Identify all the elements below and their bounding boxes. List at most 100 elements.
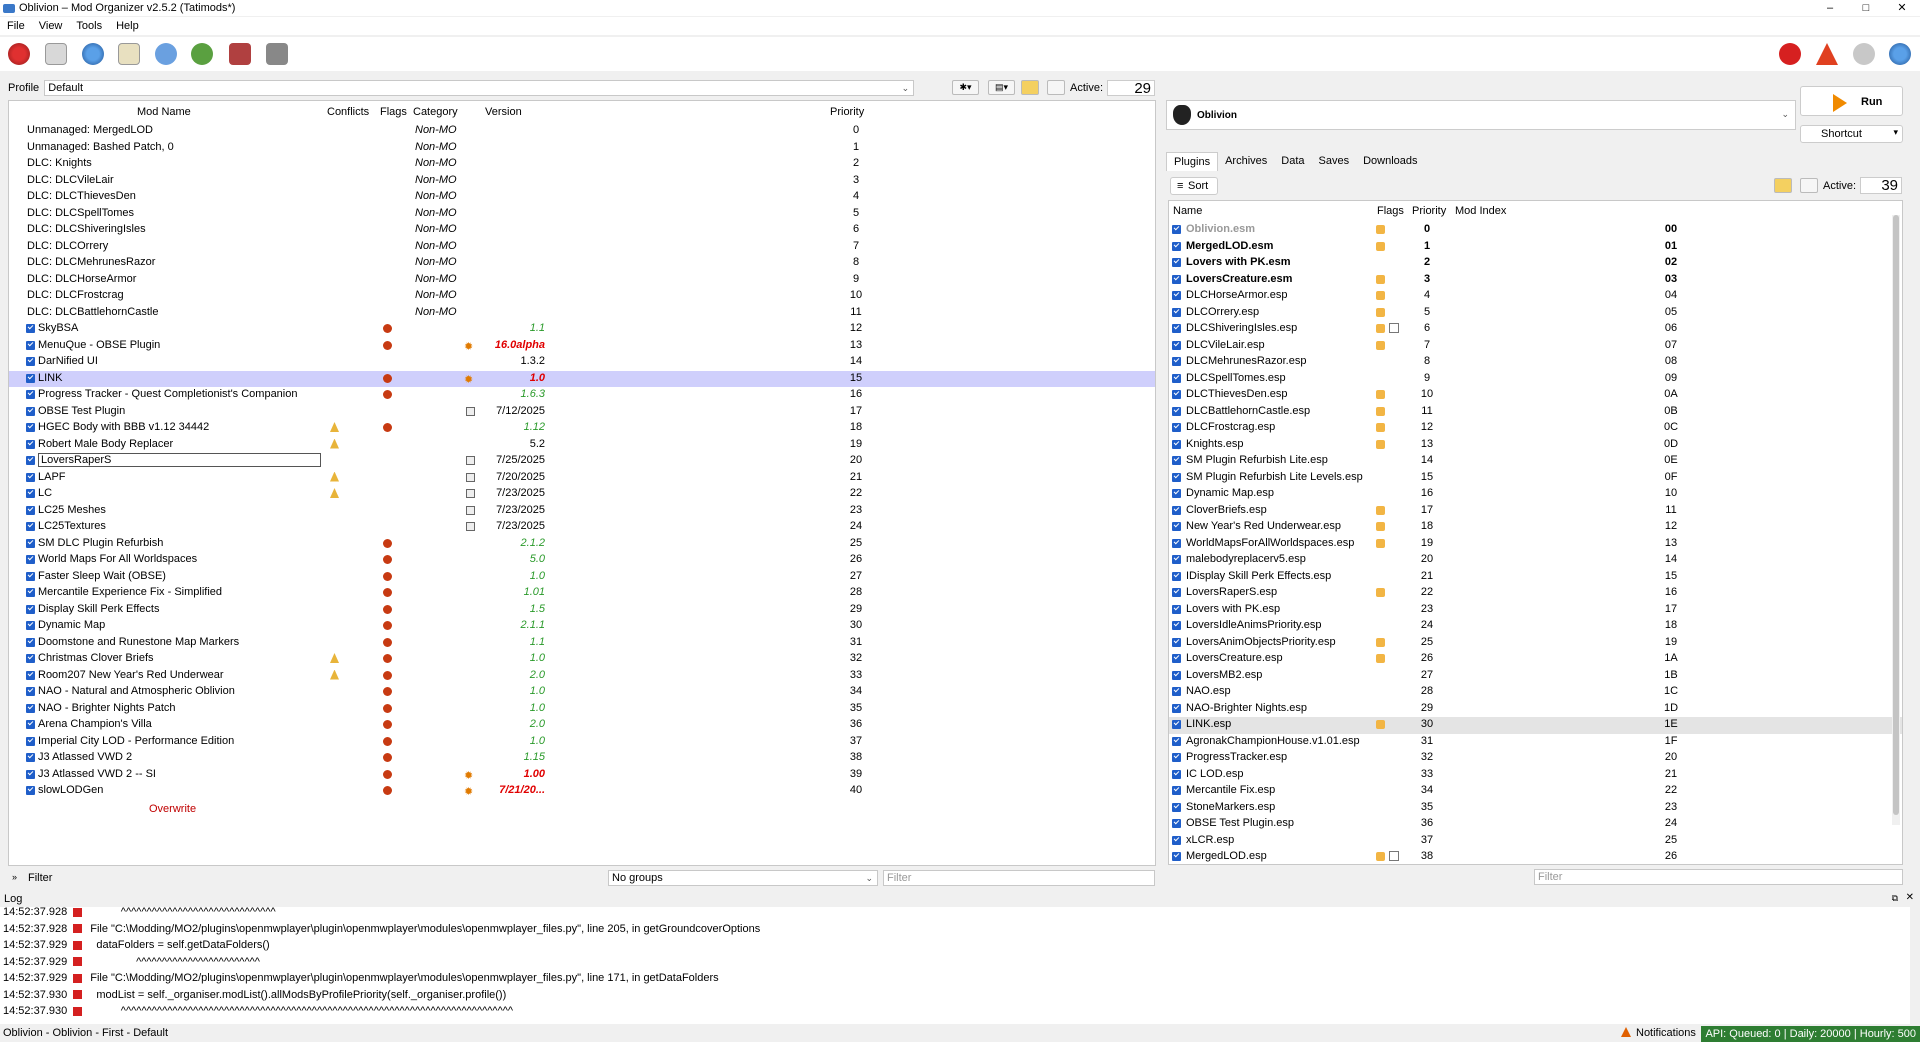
plugin-checkbox[interactable] (1172, 571, 1181, 581)
mod-row[interactable]: Faster Sleep Wait (OBSE) 1.0 27 (9, 569, 1155, 586)
plugin-checkbox[interactable] (1172, 472, 1181, 482)
plugin-checkbox[interactable] (1172, 835, 1181, 845)
nexus-icon[interactable] (82, 43, 104, 65)
mod-checkbox[interactable] (26, 753, 35, 762)
plugin-row[interactable]: SM Plugin Refurbish Lite.esp 14 0E (1169, 453, 1902, 470)
col-plugin-flags[interactable]: Flags (1377, 205, 1404, 217)
mod-row[interactable]: Arena Champion's Villa 2.0 36 (9, 717, 1155, 734)
restore-plugins-icon[interactable] (1774, 178, 1792, 193)
plugin-row[interactable]: malebodyreplacerv5.esp 20 14 (1169, 552, 1902, 569)
plugin-checkbox[interactable] (1172, 390, 1181, 399)
mod-row[interactable]: J3 Atlassed VWD 2 -- SI ✹ 1.00 39 (9, 767, 1155, 784)
plugin-row[interactable]: Oblivion.esm 0 00 (1169, 222, 1902, 239)
plugin-row[interactable]: SM Plugin Refurbish Lite Levels.esp 15 0F (1169, 470, 1902, 487)
executable-select[interactable]: Oblivion ⌄ (1166, 100, 1796, 130)
mod-checkbox[interactable] (26, 604, 35, 614)
maximize-button[interactable]: □ (1848, 0, 1884, 16)
plugin-row[interactable]: NAO-Brighter Nights.esp 29 1D (1169, 701, 1902, 718)
plugin-checkbox[interactable] (1172, 291, 1181, 300)
help-icon[interactable] (1889, 43, 1911, 65)
filter-label[interactable]: Filter (28, 872, 52, 884)
run-button[interactable]: Run (1800, 86, 1903, 116)
plugin-row[interactable]: Lovers with PK.esm 2 02 (1169, 255, 1902, 272)
notifications-button[interactable]: Notifications (1636, 1027, 1696, 1039)
tab-data[interactable]: Data (1274, 152, 1311, 171)
mod-tools-button[interactable]: ✱▾ (952, 80, 979, 95)
mod-checkbox[interactable] (26, 555, 35, 564)
plugin-row[interactable]: StoneMarkers.esp 35 23 (1169, 800, 1902, 817)
mod-row[interactable]: Unmanaged: MergedLOD Non-MO 0 (9, 123, 1155, 140)
plugin-checkbox[interactable] (1172, 588, 1181, 597)
mod-checkbox[interactable] (26, 505, 35, 515)
mod-checkbox[interactable] (26, 423, 35, 432)
overwrite-row[interactable]: Overwrite (149, 803, 196, 815)
plugin-scrollbar-thumb[interactable] (1893, 215, 1899, 815)
plugin-checkbox[interactable] (1172, 670, 1181, 680)
mod-checkbox[interactable] (26, 654, 35, 663)
mod-row[interactable]: HGEC Body with BBB v1.12 34442 1.12 18 (9, 420, 1155, 437)
mod-checkbox[interactable] (26, 324, 35, 333)
plugin-row[interactable]: IC LOD.esp 33 21 (1169, 767, 1902, 784)
plugin-checkbox[interactable] (1172, 241, 1181, 251)
mod-row[interactable]: SkyBSA 1.1 12 (9, 321, 1155, 338)
mod-checkbox[interactable] (26, 390, 35, 399)
plugin-checkbox[interactable] (1172, 654, 1181, 663)
plugin-row[interactable]: DLCSpellTomes.esp 9 09 (1169, 371, 1902, 388)
tab-plugins[interactable]: Plugins (1166, 152, 1219, 171)
change-game-icon[interactable] (8, 43, 30, 65)
close-button[interactable]: ✕ (1884, 0, 1920, 16)
plugin-row[interactable]: LoversIdleAnimsPriority.esp 24 18 (1169, 618, 1902, 635)
sort-button[interactable]: ≡ Sort (1170, 177, 1218, 195)
mod-checkbox[interactable] (26, 456, 35, 465)
col-mod-index[interactable]: Mod Index (1455, 205, 1506, 217)
expand-filter-icon[interactable]: » (12, 872, 17, 882)
heart-icon[interactable] (1779, 43, 1801, 65)
plugin-row[interactable]: DLCHorseArmor.esp 4 04 (1169, 288, 1902, 305)
plugin-row[interactable]: Knights.esp 13 0D (1169, 437, 1902, 454)
mod-row[interactable]: Doomstone and Runestone Map Markers 1.1 31 (9, 635, 1155, 652)
mod-row[interactable]: LAPF 7/20/2025 21 (9, 470, 1155, 487)
mod-checkbox[interactable] (26, 720, 35, 729)
plugin-checkbox[interactable] (1172, 505, 1181, 515)
plugin-checkbox[interactable] (1172, 555, 1181, 564)
plugin-row[interactable]: DLCBattlehornCastle.esp 11 0B (1169, 404, 1902, 421)
update-icon[interactable] (1853, 43, 1875, 65)
menu-view[interactable]: View (32, 17, 70, 35)
plugin-checkbox[interactable] (1172, 307, 1181, 317)
plugin-checkbox[interactable] (1172, 489, 1181, 498)
plugin-checkbox[interactable] (1172, 373, 1181, 383)
mod-row[interactable]: DLC: DLCVileLair Non-MO 3 (9, 173, 1155, 190)
mod-row[interactable]: DarNified UI 1.3.2 14 (9, 354, 1155, 371)
plugin-checkbox[interactable] (1172, 736, 1181, 746)
mod-checkbox[interactable] (26, 786, 35, 795)
plugin-checkbox[interactable] (1172, 621, 1181, 630)
plugin-row[interactable]: xLCR.esp 37 25 (1169, 833, 1902, 850)
plugin-checkbox[interactable] (1172, 406, 1181, 416)
plugin-checkbox[interactable] (1172, 439, 1181, 449)
mod-checkbox[interactable] (26, 769, 35, 779)
plugin-checkbox[interactable] (1172, 687, 1181, 696)
mod-row[interactable]: Progress Tracker - Quest Completionist's… (9, 387, 1155, 404)
mod-checkbox[interactable] (26, 670, 35, 680)
plugin-row[interactable]: DLCThievesDen.esp 10 0A (1169, 387, 1902, 404)
plugin-row[interactable]: Mercantile Fix.esp 34 22 (1169, 783, 1902, 800)
col-mod-name[interactable]: Mod Name (137, 106, 191, 118)
shortcut-button[interactable]: Shortcut ▾ (1800, 125, 1903, 143)
mod-row[interactable]: DLC: DLCShiveringIsles Non-MO 6 (9, 222, 1155, 239)
plugin-checkbox[interactable] (1172, 423, 1181, 432)
mod-row[interactable]: Mercantile Experience Fix - Simplified 1.… (9, 585, 1155, 602)
col-version[interactable]: Version (485, 106, 522, 118)
mod-checkbox[interactable] (26, 489, 35, 498)
mod-checkbox[interactable] (26, 439, 35, 449)
plugin-checkbox[interactable] (1172, 852, 1181, 861)
plugin-row[interactable]: MergedLOD.esm 1 01 (1169, 239, 1902, 256)
plugin-checkbox[interactable] (1172, 769, 1181, 779)
plugin-scrollbar[interactable] (1892, 215, 1900, 825)
mod-filter-input[interactable]: Filter (883, 870, 1155, 886)
mod-checkbox[interactable] (26, 703, 35, 713)
mod-row[interactable]: LINK ✹ 1.0 15 (9, 370, 1155, 387)
restore-backup-icon[interactable] (1021, 80, 1039, 95)
mod-row[interactable]: DLC: DLCBattlehornCastle Non-MO 11 (9, 305, 1155, 322)
plugin-checkbox[interactable] (1172, 604, 1181, 614)
mod-row[interactable]: LC25 Meshes 7/23/2025 23 (9, 503, 1155, 520)
